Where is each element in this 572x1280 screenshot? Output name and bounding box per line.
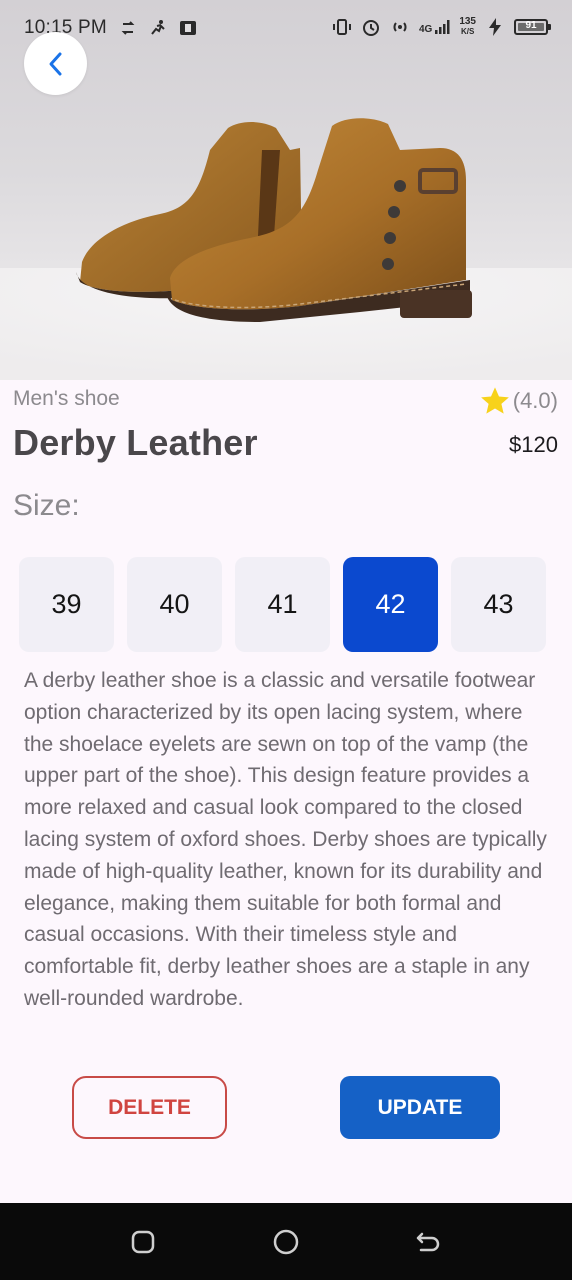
chevron-left-icon xyxy=(49,52,61,75)
net-speed: 135 K/S xyxy=(459,16,476,37)
vibrate-icon xyxy=(332,19,351,35)
delete-button[interactable]: DELETE xyxy=(72,1076,227,1139)
hotspot-icon xyxy=(393,22,407,32)
alarm-icon xyxy=(362,20,379,36)
navigation-bar xyxy=(0,1203,572,1280)
rating-value: (4.0) xyxy=(512,388,558,413)
product-description: A derby leather shoe is a classic and ve… xyxy=(24,669,547,1010)
product-price: $120 xyxy=(509,432,558,457)
back-button[interactable] xyxy=(24,32,87,95)
sync-icon xyxy=(121,21,135,35)
status-notification-icons xyxy=(118,18,198,38)
star-icon xyxy=(480,387,509,414)
back-nav-icon[interactable] xyxy=(413,1227,443,1257)
size-option-39[interactable]: 39 xyxy=(19,557,114,652)
recent-apps-icon[interactable] xyxy=(128,1227,158,1257)
size-label: Size: xyxy=(13,489,80,522)
size-selector: 39 40 41 42 43 xyxy=(19,557,546,652)
product-title: Derby Leather xyxy=(13,422,258,463)
size-option-43[interactable]: 43 xyxy=(451,557,546,652)
size-option-41[interactable]: 41 xyxy=(235,557,330,652)
home-icon[interactable] xyxy=(271,1227,301,1257)
battery-icon: 91 xyxy=(514,19,551,35)
running-icon xyxy=(151,20,165,35)
network-type: 4G xyxy=(419,19,450,35)
product-detail-screen: 10:15 PM 4G 135 K/S 91 Men's shoe (4.0) … xyxy=(0,0,572,1280)
status-bar: 10:15 PM 4G 135 K/S 91 xyxy=(0,0,572,58)
charging-icon xyxy=(489,18,501,36)
size-option-40[interactable]: 40 xyxy=(127,557,222,652)
status-system-icons: 4G 135 K/S 91 xyxy=(332,16,551,37)
app-icon xyxy=(180,21,196,35)
size-option-42[interactable]: 42 xyxy=(343,557,438,652)
product-category: Men's shoe xyxy=(13,387,120,410)
product-rating: (4.0) xyxy=(479,385,558,417)
signal-icon xyxy=(435,20,450,34)
update-button[interactable]: UPDATE xyxy=(340,1076,500,1139)
